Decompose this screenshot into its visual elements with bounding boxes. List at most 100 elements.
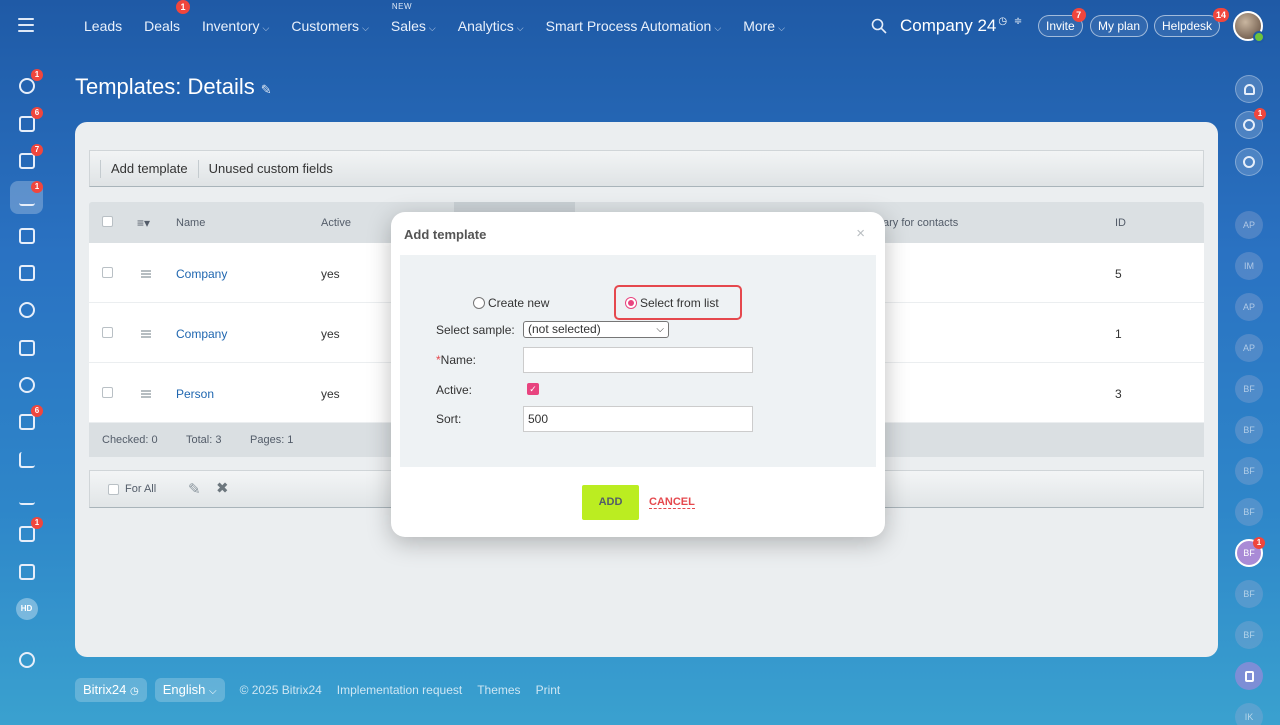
- hamburger-menu-icon[interactable]: [18, 18, 34, 32]
- implementation-request-link[interactable]: Implementation request: [337, 683, 462, 697]
- contact-avatar[interactable]: BF: [1235, 416, 1263, 444]
- target-icon: [18, 301, 35, 318]
- for-all-checkbox[interactable]: For All: [108, 483, 156, 495]
- delete-x-icon[interactable]: ✖: [216, 479, 229, 497]
- user-avatar[interactable]: [1233, 11, 1265, 43]
- contact-avatar[interactable]: IK: [1235, 703, 1263, 725]
- pencil-icon[interactable]: ✎: [188, 480, 201, 498]
- active-checkbox[interactable]: ✓: [527, 383, 539, 395]
- bitrix24-brand-button[interactable]: Bitrix24 ◷: [75, 678, 147, 702]
- sync-shape: [1243, 156, 1255, 168]
- sidebar-item-analytics[interactable]: [10, 480, 43, 513]
- contact-avatar[interactable]: BF: [1235, 580, 1263, 608]
- row-checkbox[interactable]: [102, 267, 113, 281]
- sidebar-item-chat[interactable]: 7: [10, 144, 43, 177]
- contact-avatar[interactable]: AP: [1235, 211, 1263, 239]
- column-header-primary[interactable]: ary for contacts: [883, 217, 958, 229]
- my-plan-label: My plan: [1098, 19, 1141, 33]
- contact-avatar[interactable]: IM: [1235, 252, 1263, 280]
- sidebar-item-calendar[interactable]: [10, 219, 43, 252]
- nav-deals[interactable]: Deals 1: [144, 0, 190, 34]
- print-link[interactable]: Print: [536, 683, 561, 697]
- row-name-link[interactable]: Company: [176, 327, 227, 341]
- sidebar-item-crm[interactable]: 1: [10, 181, 43, 214]
- add-template-dialog: Add template × Create new Select from li…: [391, 212, 885, 537]
- row-menu-icon[interactable]: [141, 387, 151, 401]
- invite-button[interactable]: Invite 7: [1038, 8, 1086, 37]
- sidebar-item-cart[interactable]: [10, 331, 43, 364]
- contact-avatar[interactable]: AP: [1235, 293, 1263, 321]
- online-indicator-icon: [1253, 31, 1265, 43]
- nav-sales[interactable]: NEW Sales ⌵: [391, 2, 436, 34]
- themes-link[interactable]: Themes: [477, 683, 520, 697]
- add-template-button[interactable]: Add template: [111, 161, 188, 176]
- sidebar-item-support[interactable]: [10, 368, 43, 401]
- sidebar-item-apps[interactable]: [10, 555, 43, 588]
- column-header-active[interactable]: Active: [321, 217, 351, 229]
- sort-field[interactable]: 500: [523, 406, 753, 432]
- checkbox-box: [102, 267, 113, 278]
- sidebar-item-store[interactable]: [10, 256, 43, 289]
- sidebar-item-sign[interactable]: [10, 443, 43, 476]
- sidebar-item-goals[interactable]: [10, 293, 43, 326]
- nav-analytics[interactable]: Analytics ⌵: [458, 18, 524, 34]
- add-button[interactable]: ADD: [582, 485, 639, 520]
- contact-avatar[interactable]: AP: [1235, 334, 1263, 362]
- contact-avatar[interactable]: BF: [1235, 375, 1263, 403]
- tasks-icon: [18, 115, 35, 132]
- column-header-name[interactable]: Name: [176, 217, 205, 229]
- sidebar-item-bots[interactable]: 1: [10, 517, 43, 550]
- contact-avatar[interactable]: [1235, 662, 1263, 690]
- nav-inventory[interactable]: Inventory ⌵: [202, 18, 269, 34]
- language-selector[interactable]: English ⌵: [154, 678, 225, 702]
- nav-smart-process[interactable]: Smart Process Automation ⌵: [546, 18, 722, 34]
- nav-customers[interactable]: Customers ⌵: [291, 18, 369, 34]
- sidebar-badge: 6: [31, 107, 43, 119]
- select-sample-label: Select sample:: [436, 323, 515, 337]
- create-new-radio[interactable]: Create new: [473, 296, 549, 310]
- sidebar-item-docs[interactable]: 6: [10, 405, 43, 438]
- page-footer: Bitrix24 ◷ English ⌵ © 2025 Bitrix24 Imp…: [75, 678, 568, 702]
- copilot-icon[interactable]: 1: [1235, 108, 1266, 139]
- pin-icon[interactable]: ✎: [261, 82, 272, 97]
- copyright-text: © 2025 Bitrix24: [239, 683, 322, 697]
- nav-leads[interactable]: Leads: [84, 18, 122, 34]
- sidebar-item-feed[interactable]: 1: [10, 69, 43, 102]
- select-sample-dropdown[interactable]: (not selected) ⌵: [523, 321, 669, 338]
- column-settings-icon[interactable]: ≡▾: [137, 216, 150, 230]
- nav-inventory-label: Inventory: [201, 18, 260, 34]
- row-checkbox[interactable]: [102, 327, 113, 341]
- contact-avatar[interactable]: BF: [1235, 621, 1263, 649]
- unused-custom-fields-button[interactable]: Unused custom fields: [209, 161, 333, 176]
- row-name-link[interactable]: Company: [176, 267, 227, 281]
- contact-avatar[interactable]: BF: [1235, 457, 1263, 485]
- deals-badge: 1: [175, 0, 190, 14]
- nav-more[interactable]: More ⌵: [743, 18, 785, 34]
- settings-toggle-icon[interactable]: ≑: [1014, 16, 1022, 27]
- invite-badge: 7: [1071, 8, 1086, 22]
- row-active: yes: [321, 327, 340, 341]
- contact-avatar-active[interactable]: BF 1: [1235, 537, 1265, 567]
- search-icon[interactable]: [871, 18, 887, 34]
- cancel-button[interactable]: CANCEL: [649, 496, 695, 509]
- sidebar-item-tasks[interactable]: 6: [10, 107, 43, 140]
- notifications-bell-icon[interactable]: [1235, 75, 1263, 103]
- row-name-link[interactable]: Person: [176, 387, 214, 401]
- name-field[interactable]: [523, 347, 753, 373]
- sidebar-badge: 6: [31, 405, 43, 417]
- select-from-list-radio[interactable]: Select from list: [625, 296, 719, 310]
- helpdesk-button[interactable]: Helpdesk 14: [1154, 8, 1230, 37]
- company-name[interactable]: Company 24 ◷ ≑: [900, 16, 1022, 36]
- support-icon: [18, 376, 35, 393]
- my-plan-button[interactable]: My plan: [1090, 15, 1149, 37]
- close-icon[interactable]: ×: [856, 225, 865, 242]
- row-menu-icon[interactable]: [141, 267, 151, 281]
- row-menu-icon[interactable]: [141, 327, 151, 341]
- select-all-checkbox[interactable]: [102, 215, 113, 230]
- contact-avatar[interactable]: BF: [1235, 498, 1263, 526]
- sidebar-item-settings[interactable]: [10, 643, 43, 676]
- row-checkbox[interactable]: [102, 387, 113, 401]
- sidebar-item-helpdesk[interactable]: HD: [10, 592, 43, 625]
- column-header-id[interactable]: ID: [1115, 217, 1126, 229]
- sync-chat-icon[interactable]: [1235, 148, 1263, 176]
